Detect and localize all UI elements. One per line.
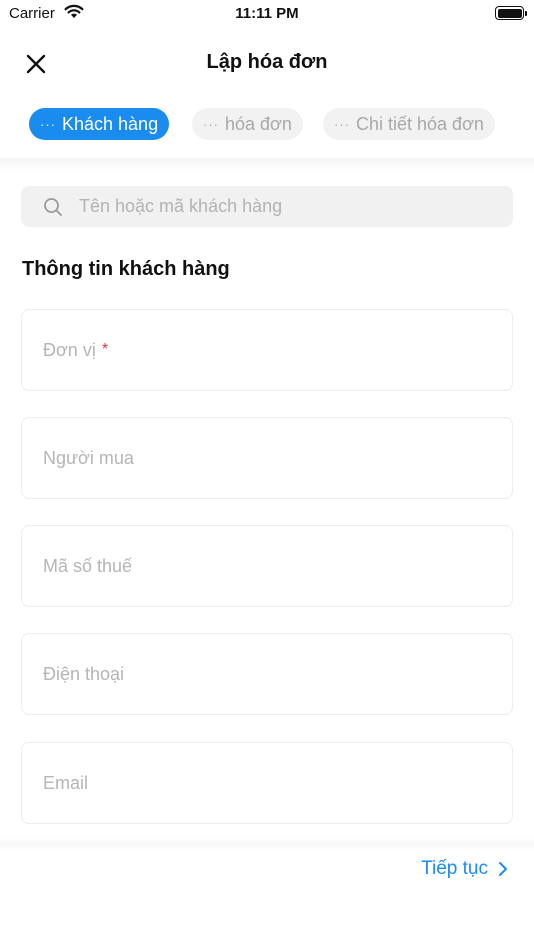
email-field[interactable]: Email: [21, 742, 513, 824]
next-button[interactable]: Tiếp tục: [421, 858, 508, 880]
next-label: Tiếp tục: [421, 858, 488, 879]
status-bar: Carrier 11:11 PM: [0, 0, 534, 28]
status-time: 11:11 PM: [235, 5, 299, 22]
phone-field[interactable]: Điện thoại: [21, 633, 513, 715]
field-label: Đơn vị: [43, 339, 96, 360]
divider: [0, 158, 534, 172]
search-input[interactable]: [79, 196, 479, 217]
footer-divider: [0, 836, 534, 850]
search-icon: [43, 197, 63, 217]
ellipsis-icon: ···: [40, 116, 56, 132]
ellipsis-icon: ···: [334, 116, 350, 132]
step-label: Khách hàng: [62, 113, 159, 134]
unit-field[interactable]: Đơn vị *: [21, 309, 513, 391]
buyer-field[interactable]: Người mua: [21, 417, 513, 499]
search-bar[interactable]: [21, 186, 513, 227]
field-label: Email: [43, 772, 89, 793]
tax-code-field[interactable]: Mã số thuế: [21, 525, 513, 607]
chevron-right-icon: [498, 861, 508, 877]
field-label: Mã số thuế: [43, 555, 133, 576]
nav-bar: Lập hóa đơn: [0, 40, 534, 86]
field-label: Điện thoại: [43, 663, 125, 684]
step-tab-invoice[interactable]: ··· hóa đơn: [192, 108, 303, 140]
step-tab-customer[interactable]: ··· Khách hàng: [29, 108, 170, 140]
page-title: Lập hóa đơn: [206, 51, 328, 73]
step-label: hóa đơn: [225, 113, 292, 134]
battery-icon: [495, 6, 527, 20]
section-title: Thông tin khách hàng: [22, 258, 230, 280]
required-mark: *: [101, 341, 109, 358]
step-tab-invoice-details[interactable]: ··· Chi tiết hóa đơn: [323, 108, 495, 140]
field-label: Người mua: [43, 447, 134, 468]
step-tabs: ··· Khách hàng ··· hóa đơn ··· Chi tiết …: [0, 108, 534, 142]
ellipsis-icon: ···: [203, 116, 219, 132]
step-label: Chi tiết hóa đơn: [356, 113, 484, 134]
